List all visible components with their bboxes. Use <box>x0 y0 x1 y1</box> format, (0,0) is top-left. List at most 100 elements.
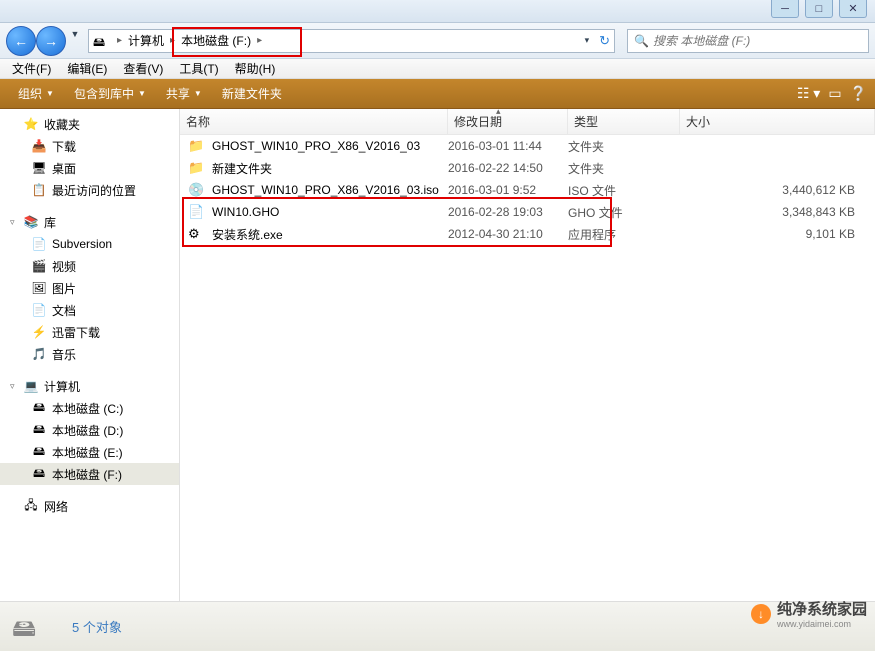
chevron-down-icon: ▼ <box>46 89 54 98</box>
picture-icon: 🖼 <box>30 280 48 296</box>
toolbar-newfolder-label: 新建文件夹 <box>222 85 282 102</box>
file-row[interactable]: 📁新建文件夹2016-02-22 14:50文件夹 <box>180 157 875 179</box>
video-icon: 🎬 <box>30 258 48 274</box>
toolbar-include-label: 包含到库中 <box>74 85 134 102</box>
recent-icon: 📋 <box>30 182 48 198</box>
toolbar-newfolder[interactable]: 新建文件夹 <box>212 85 292 102</box>
iso-icon: 💿 <box>188 182 206 198</box>
window-controls: ─ □ ✕ <box>771 0 867 18</box>
menu-file[interactable]: 文件(F) <box>4 60 59 77</box>
view-options-icon[interactable]: ☷ ▾ <box>797 85 820 102</box>
folder-icon: 📁 <box>188 160 206 176</box>
menu-tools[interactable]: 工具(T) <box>171 60 226 77</box>
chevron-down-icon: ▼ <box>138 89 146 98</box>
sidebar-item-documents[interactable]: 📄文档 <box>0 299 179 321</box>
annotation-highlight <box>172 27 302 57</box>
sidebar-libraries[interactable]: ▿📚库 <box>0 211 179 233</box>
toolbar-share[interactable]: 共享 ▼ <box>156 85 212 102</box>
column-size[interactable]: 大小 <box>680 109 875 134</box>
sidebar-computer[interactable]: ▿💻计算机 <box>0 375 179 397</box>
document-icon: 📄 <box>30 302 48 318</box>
music-icon: 🎵 <box>30 346 48 362</box>
sidebar-item-videos[interactable]: 🎬视频 <box>0 255 179 277</box>
folder-icon: 📁 <box>188 138 206 154</box>
star-icon: ⭐ <box>22 116 40 132</box>
column-name[interactable]: 名称 <box>180 109 448 134</box>
file-list: 📁GHOST_WIN10_PRO_X86_V2016_032016-03-01 … <box>180 135 875 601</box>
chevron-right-icon: ▸ <box>113 35 126 46</box>
search-box[interactable]: 🔍 <box>627 29 869 53</box>
sort-indicator-icon: ▴ <box>496 106 501 117</box>
network-icon: 🖧 <box>22 498 40 514</box>
close-button[interactable]: ✕ <box>839 0 867 18</box>
menu-view[interactable]: 查看(V) <box>115 60 171 77</box>
sidebar-favorites[interactable]: ⭐收藏夹 <box>0 113 179 135</box>
menu-bar: 文件(F) 编辑(E) 查看(V) 工具(T) 帮助(H) <box>0 59 875 79</box>
help-icon[interactable]: ❔ <box>850 85 867 102</box>
watermark-subtitle: www.yidaimei.com <box>777 619 867 629</box>
sidebar-item-drive-d[interactable]: 🖴本地磁盘 (D:) <box>0 419 179 441</box>
breadcrumb-dropdown[interactable]: ▾ <box>581 35 594 46</box>
column-headers: 名称 修改日期 类型 大小 ▴ <box>180 109 875 135</box>
menu-help[interactable]: 帮助(H) <box>227 60 284 77</box>
breadcrumb-computer[interactable]: 计算机 <box>126 32 166 49</box>
column-date[interactable]: 修改日期 <box>448 109 568 134</box>
sidebar-item-recent[interactable]: 📋最近访问的位置 <box>0 179 179 201</box>
navigation-bar: ← → ▼ 🖴 ▸ 计算机 ▸ 本地磁盘 (F:) ▸ ▾ ↻ 🔍 <box>0 23 875 59</box>
svn-icon: 📄 <box>30 236 48 252</box>
sidebar-item-drive-f[interactable]: 🖴本地磁盘 (F:) <box>0 463 179 485</box>
drive-icon: 🖴 <box>30 444 48 460</box>
sidebar-item-drive-c[interactable]: 🖴本地磁盘 (C:) <box>0 397 179 419</box>
watermark: ↓ 纯净系统家园 www.yidaimei.com <box>751 598 867 629</box>
annotation-highlight <box>182 197 612 247</box>
arrow-left-icon: ← <box>14 33 28 49</box>
sidebar: ⭐收藏夹 📥下载 🖥桌面 📋最近访问的位置 ▿📚库 📄Subversion 🎬视… <box>0 109 180 601</box>
sidebar-item-subversion[interactable]: 📄Subversion <box>0 233 179 255</box>
arrow-right-icon: → <box>44 33 58 49</box>
download-icon: 📥 <box>30 138 48 154</box>
sidebar-item-thunder[interactable]: ⚡迅雷下载 <box>0 321 179 343</box>
sidebar-network[interactable]: 🖧网络 <box>0 495 179 517</box>
desktop-icon: 🖥 <box>30 160 48 176</box>
toolbar-organize-label: 组织 <box>18 85 42 102</box>
toolbar-share-label: 共享 <box>166 85 190 102</box>
titlebar: ─ □ ✕ <box>0 0 875 23</box>
file-row[interactable]: 📁GHOST_WIN10_PRO_X86_V2016_032016-03-01 … <box>180 135 875 157</box>
expand-icon[interactable]: ▿ <box>10 381 22 392</box>
menu-edit[interactable]: 编辑(E) <box>59 60 115 77</box>
toolbar-organize[interactable]: 组织 ▼ <box>8 85 64 102</box>
breadcrumb[interactable]: 🖴 ▸ 计算机 ▸ 本地磁盘 (F:) ▸ ▾ ↻ <box>88 29 615 53</box>
toolbar-include[interactable]: 包含到库中 ▼ <box>64 85 156 102</box>
expand-icon[interactable]: ▿ <box>10 217 22 228</box>
back-button[interactable]: ← <box>6 26 36 56</box>
preview-pane-icon[interactable]: ▭ <box>828 85 841 102</box>
refresh-icon[interactable]: ↻ <box>599 33 610 49</box>
status-bar: 🖴 5 个对象 <box>0 601 875 651</box>
column-type[interactable]: 类型 <box>568 109 680 134</box>
watermark-title: 纯净系统家园 <box>777 598 867 619</box>
drive-icon: 🖴 <box>30 400 48 416</box>
toolbar: 组织 ▼ 包含到库中 ▼ 共享 ▼ 新建文件夹 ☷ ▾ ▭ ❔ <box>0 79 875 109</box>
minimize-button[interactable]: ─ <box>771 0 799 18</box>
computer-icon: 💻 <box>22 378 40 394</box>
thunder-icon: ⚡ <box>30 324 48 340</box>
sidebar-item-drive-e[interactable]: 🖴本地磁盘 (E:) <box>0 441 179 463</box>
sidebar-item-music[interactable]: 🎵音乐 <box>0 343 179 365</box>
main-area: ⭐收藏夹 📥下载 🖥桌面 📋最近访问的位置 ▿📚库 📄Subversion 🎬视… <box>0 109 875 601</box>
chevron-down-icon: ▼ <box>194 89 202 98</box>
maximize-button[interactable]: □ <box>805 0 833 18</box>
drive-icon: 🖴 <box>30 422 48 438</box>
sidebar-item-downloads[interactable]: 📥下载 <box>0 135 179 157</box>
forward-button[interactable]: → <box>36 26 66 56</box>
search-icon: 🔍 <box>634 34 649 48</box>
drive-large-icon: 🖴 <box>12 611 60 643</box>
content-pane: 名称 修改日期 类型 大小 ▴ 📁GHOST_WIN10_PRO_X86_V20… <box>180 109 875 601</box>
drive-icon: 🖴 <box>30 466 48 482</box>
nav-history-dropdown[interactable]: ▼ <box>68 26 82 42</box>
watermark-icon: ↓ <box>751 604 771 624</box>
library-icon: 📚 <box>22 214 40 230</box>
drive-icon: 🖴 <box>93 33 109 49</box>
sidebar-item-pictures[interactable]: 🖼图片 <box>0 277 179 299</box>
sidebar-item-desktop[interactable]: 🖥桌面 <box>0 157 179 179</box>
search-input[interactable] <box>653 34 862 48</box>
